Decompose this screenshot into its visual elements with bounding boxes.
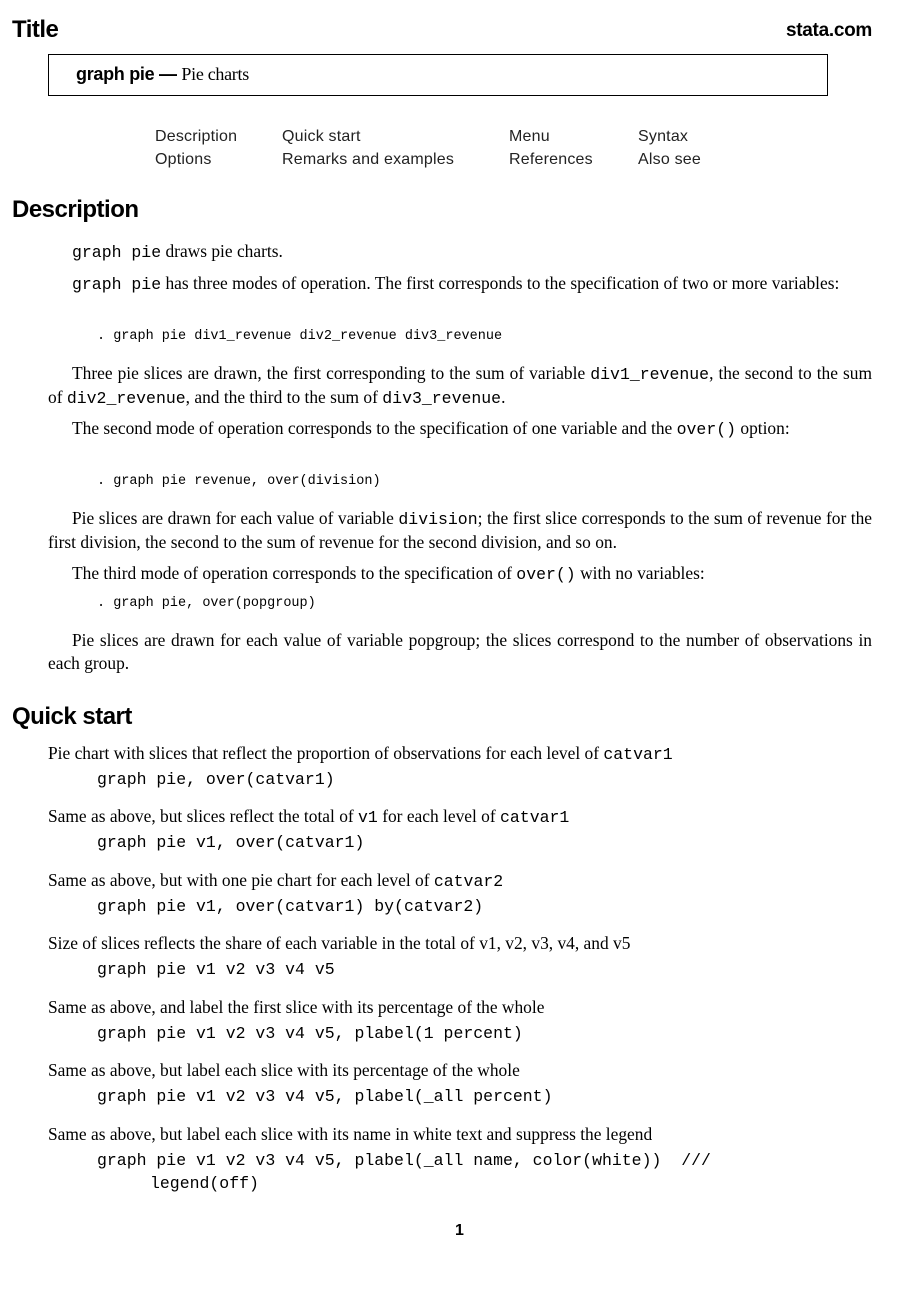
description-text: Same as above, and label the first slice…	[48, 997, 545, 1017]
inline-code: catvar2	[433, 872, 504, 891]
toc-link-syntax[interactable]: Syntax	[638, 128, 688, 146]
description-heading: Description	[12, 196, 139, 223]
em-dash: —	[159, 64, 177, 84]
site-brand-link[interactable]: stata.com	[786, 20, 872, 42]
paragraph-text: draws pie charts.	[161, 241, 283, 261]
toc-link-quick-start[interactable]: Quick start	[282, 128, 361, 146]
inline-code: graph pie	[72, 243, 162, 262]
paragraph-text: with no variables:	[575, 563, 705, 583]
page-number: 1	[455, 1222, 464, 1239]
inline-code: div3_revenue	[382, 389, 502, 408]
toc-link-remarks[interactable]: Remarks and examples	[282, 151, 454, 169]
inline-code: over()	[516, 565, 576, 584]
inline-code: div1_revenue	[590, 365, 710, 384]
quick-start-item-description: Same as above, and label the first slice…	[48, 997, 544, 1018]
paragraph-text: has three modes of operation. The first …	[161, 273, 840, 293]
quick-start-command: graph pie v1 v2 v3 v4 v5, plabel(_all na…	[97, 1151, 711, 1170]
toc-link-references[interactable]: References	[509, 151, 593, 169]
paragraph-text: The second mode of operation corresponds…	[72, 418, 677, 438]
paragraph-text: Three pie slices are drawn, the first co…	[72, 363, 591, 383]
quick-start-command: graph pie v1 v2 v3 v4 v5	[97, 960, 335, 979]
toc-link-description[interactable]: Description	[155, 128, 237, 146]
example-command-2: . graph pie revenue, over(division)	[97, 474, 381, 489]
description-text: Same as above, but slices reflect the to…	[48, 806, 359, 826]
paragraph-text: The third mode of operation corresponds …	[72, 563, 517, 583]
entry-command: graph pie	[76, 64, 155, 84]
description-text: Same as above, but with one pie chart fo…	[48, 870, 434, 890]
description-text: for each level of	[377, 806, 500, 826]
quick-start-item-description: Pie chart with slices that reflect the p…	[48, 743, 673, 764]
paragraph-text: , and the third to the sum of	[185, 387, 383, 407]
description-paragraph-4: The second mode of operation corresponds…	[48, 417, 872, 441]
description-text: Same as above, but label each slice with…	[48, 1060, 520, 1080]
quick-start-item-description: Same as above, but with one pie chart fo…	[48, 870, 503, 891]
toc-link-options[interactable]: Options	[155, 151, 212, 169]
description-paragraph-6: The third mode of operation corresponds …	[48, 562, 872, 586]
example-command-1: . graph pie div1_revenue div2_revenue di…	[97, 329, 503, 344]
inline-code: division	[398, 510, 478, 529]
quick-start-command: graph pie v1, over(catvar1)	[97, 833, 365, 852]
quick-start-item-description: Same as above, but label each slice with…	[48, 1060, 520, 1081]
title-box: graph pie — Pie charts	[48, 54, 828, 96]
quick-start-command: graph pie v1 v2 v3 v4 v5, plabel(_all pe…	[97, 1087, 553, 1106]
paragraph-text: .	[501, 387, 506, 407]
description-paragraph-7: Pie slices are drawn for each value of v…	[48, 629, 872, 675]
inline-code: over()	[676, 420, 737, 439]
description-paragraph-3: Three pie slices are drawn, the first co…	[48, 362, 872, 410]
paragraph-text: Pie slices are drawn for each value of v…	[72, 508, 399, 528]
quick-start-command: graph pie v1, over(catvar1) by(catvar2)	[97, 897, 484, 916]
entry-subtitle: Pie charts	[181, 64, 249, 84]
description-text: Same as above, but label each slice with…	[48, 1124, 653, 1144]
quick-start-command-continuation: legend(off)	[150, 1174, 259, 1193]
description-paragraph-2: graph pie has three modes of operation. …	[48, 272, 872, 296]
description-paragraph-5: Pie slices are drawn for each value of v…	[48, 507, 872, 554]
inline-code: catvar1	[500, 808, 570, 827]
toc-link-also-see[interactable]: Also see	[638, 151, 701, 169]
description-paragraph-1: graph pie draws pie charts.	[48, 240, 872, 264]
inline-code: div2_revenue	[66, 389, 186, 408]
quick-start-command: graph pie, over(catvar1)	[97, 770, 335, 789]
quick-start-item-description: Size of slices reflects the share of eac…	[48, 933, 630, 954]
inline-code: v1	[358, 808, 378, 827]
paragraph-text: Pie slices are drawn for each value of v…	[48, 630, 872, 673]
description-text: , v2, v3, v4, and v5	[496, 933, 631, 953]
quick-start-item-description: Same as above, but slices reflect the to…	[48, 806, 569, 827]
paragraph-text: option:	[736, 418, 790, 438]
section-title: Title	[12, 16, 59, 43]
description-text: v1	[479, 933, 497, 953]
toc-link-menu[interactable]: Menu	[509, 128, 550, 146]
description-text: Size of slices reflects the share of eac…	[48, 933, 480, 953]
quick-start-item-description: Same as above, but label each slice with…	[48, 1124, 652, 1145]
inline-code: catvar1	[603, 745, 673, 764]
quick-start-command: graph pie v1 v2 v3 v4 v5, plabel(1 perce…	[97, 1024, 523, 1043]
description-text: Pie chart with slices that reflect the p…	[48, 743, 604, 763]
inline-code: graph pie	[72, 275, 162, 294]
quick-start-heading: Quick start	[12, 703, 132, 730]
example-command-3: . graph pie, over(popgroup)	[97, 596, 316, 611]
entry-title: graph pie — Pie charts	[76, 64, 249, 85]
